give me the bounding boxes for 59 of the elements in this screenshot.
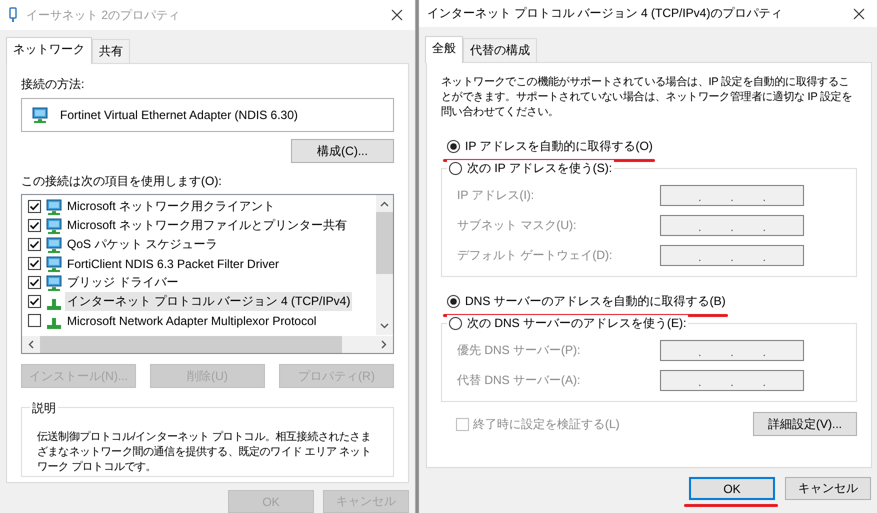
close-icon	[853, 8, 865, 20]
field-label: デフォルト ゲートウェイ(D):	[457, 246, 612, 264]
list-item[interactable]: ブリッジ ドライバー	[65, 273, 180, 292]
advanced-button[interactable]: 詳細設定(V)...	[753, 412, 857, 436]
radio-button[interactable]: 次の DNS サーバーのアドレスを使う(E):	[447, 315, 688, 332]
chevron-left-icon	[28, 340, 34, 349]
network-adapter-icon	[46, 198, 62, 214]
scroll-thumb[interactable]	[376, 212, 393, 274]
field-label: 接続の方法:	[21, 76, 86, 93]
list-item[interactable]: インターネット プロトコル バージョン 4 (TCP/IPv4)	[65, 292, 352, 311]
list-item[interactable]: QoS パケット スケジューラ	[65, 235, 220, 254]
horizontal-scrollbar[interactable]	[22, 336, 393, 353]
field-label: 優先 DNS サーバー(P):	[457, 342, 580, 358]
chevron-down-icon	[380, 323, 389, 329]
list-item[interactable]: FortiClient NDIS 6.3 Packet Filter Driver	[65, 256, 282, 272]
network-adapter-icon	[32, 107, 48, 123]
list-item[interactable]: Microsoft ネットワーク用クライアント	[65, 197, 278, 216]
window-title: インターネット プロトコル バージョン 4 (TCP/IPv4)のプロパティ	[427, 5, 784, 22]
ip-address-field[interactable]: . . .	[660, 370, 804, 390]
ip-address-field[interactable]: . . .	[660, 340, 804, 360]
vertical-scrollbar[interactable]	[376, 195, 393, 335]
description-text: 伝送制御プロトコル/インターネット プロトコル。相互接続されたさまざまなネットワーク間の通信を提供する、既定のワイド エリア ネットワーク プロトコルです。	[37, 430, 372, 475]
ip-address-field[interactable]: . . .	[660, 214, 804, 236]
network-adapter-icon	[46, 236, 62, 252]
list-item[interactable]: Microsoft Network Adapter Multiplexor Protocol	[65, 312, 318, 328]
ip-address-field[interactable]: . . .	[660, 244, 804, 266]
ethernet-plug-icon	[8, 7, 18, 23]
radio-button[interactable]: 次の IP アドレスを使う(S):	[447, 160, 614, 177]
checkbox[interactable]	[28, 314, 41, 327]
group-legend: 説明	[30, 400, 58, 417]
tab[interactable]: ネットワーク	[6, 37, 92, 64]
checkbox[interactable]	[28, 200, 41, 213]
field-label: この接続は次の項目を使用します(O):	[21, 173, 223, 190]
tab[interactable]: 全般	[425, 36, 463, 63]
configure-button[interactable]: 構成(C)...	[291, 139, 394, 163]
chevron-right-icon	[381, 340, 387, 349]
checkbox[interactable]	[28, 219, 41, 232]
list-item[interactable]: Microsoft ネットワーク用ファイルとプリンター共有	[65, 216, 350, 235]
chevron-up-icon	[380, 201, 389, 207]
field-label: IP アドレス(I):	[457, 186, 534, 204]
checkbox[interactable]	[28, 238, 41, 251]
network-adapter-icon	[46, 218, 62, 234]
adapter-name: Fortinet Virtual Ethernet Adapter (NDIS 6.30)	[60, 108, 298, 122]
close-icon	[391, 9, 403, 21]
tab[interactable]: 共有	[92, 39, 130, 63]
intro-text: ネットワークでこの機能がサポートされている場合は、IP 設定を自動的に取得することができます。サポートされていない場合は、ネットワーク管理者に適切な IP 設定を問い合わせてください。	[441, 75, 854, 120]
tab[interactable]: 代替の構成	[463, 38, 537, 62]
ip-address-field[interactable]: . . .	[660, 184, 804, 206]
scroll-thumb[interactable]	[40, 336, 342, 353]
dialog-button[interactable]: OK	[689, 477, 775, 500]
field-label: サブネット マスク(U):	[457, 216, 576, 234]
field-label: 代替 DNS サーバー(A):	[457, 372, 580, 388]
network-adapter-icon	[46, 274, 62, 290]
dialog-button[interactable]: キャンセル	[785, 477, 871, 500]
checkbox[interactable]	[28, 295, 41, 308]
window-title: イーサネット 2のプロパティ	[26, 6, 182, 24]
checkbox[interactable]	[28, 257, 41, 270]
network-adapter-icon	[46, 256, 62, 272]
checkbox[interactable]	[28, 276, 41, 289]
